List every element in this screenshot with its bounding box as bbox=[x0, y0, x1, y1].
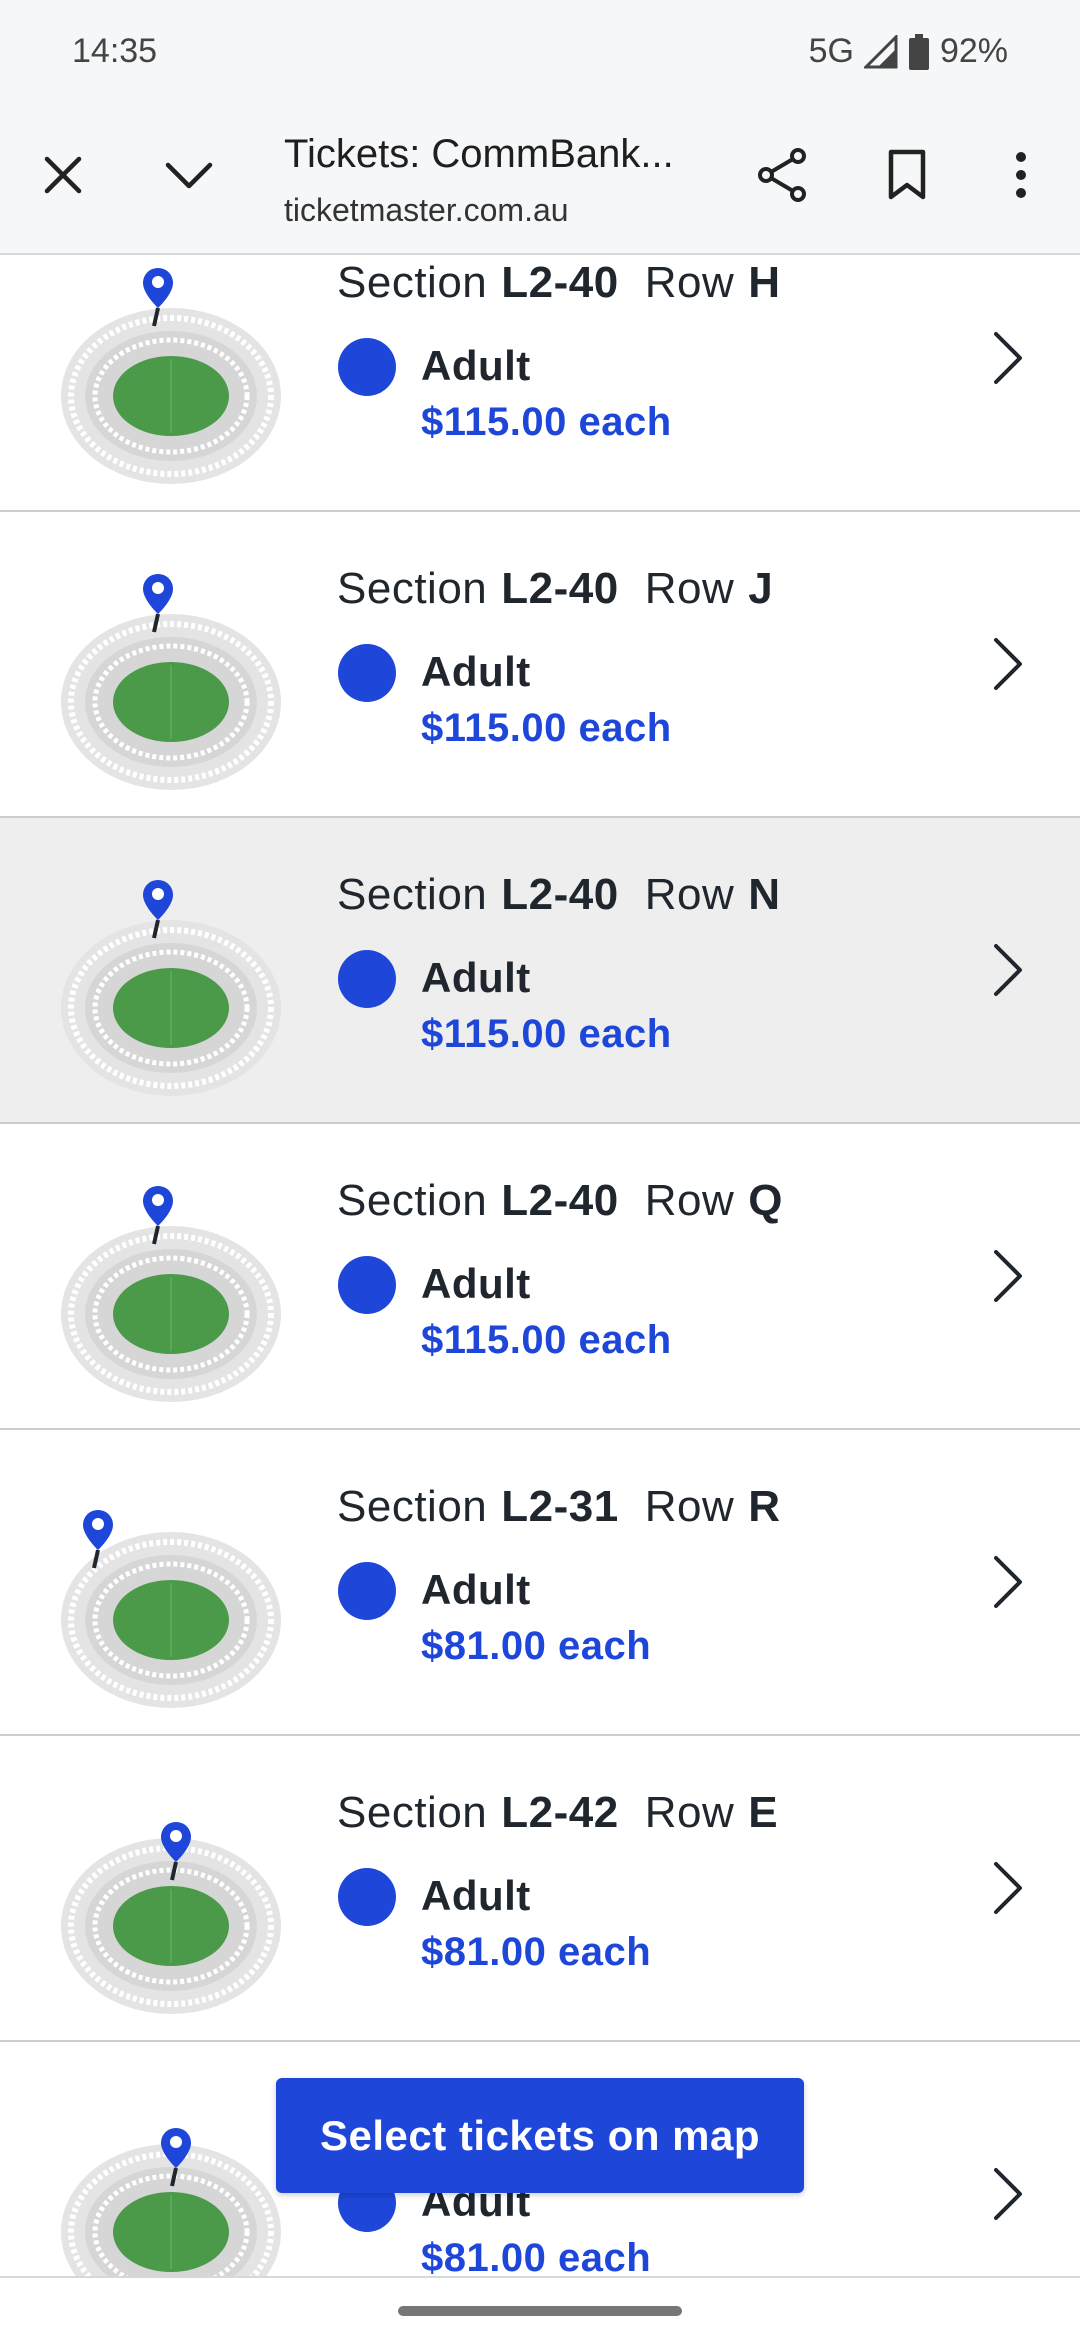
row-label: Row bbox=[644, 870, 735, 919]
row-value: E bbox=[748, 1788, 779, 1837]
chevron-right-icon[interactable] bbox=[990, 2166, 1026, 2222]
chevron-right-icon[interactable] bbox=[990, 1860, 1026, 1916]
gesture-handle[interactable] bbox=[398, 2306, 682, 2316]
ticket-price: $81.00 each bbox=[421, 1930, 652, 1974]
ticket-price: $115.00 each bbox=[421, 400, 672, 444]
ticket-listing-row[interactable]: Section L2-40 Row J Adult $115.00 each bbox=[0, 512, 1080, 818]
section-value: L2-40 bbox=[501, 564, 619, 613]
more-vert-icon bbox=[1016, 152, 1026, 198]
status-time: 14:35 bbox=[72, 32, 158, 70]
section-label: Section bbox=[337, 1482, 488, 1531]
share-button[interactable] bbox=[737, 130, 827, 220]
section-value: L2-40 bbox=[501, 1176, 619, 1225]
section-label: Section bbox=[337, 258, 488, 307]
signal-icon bbox=[863, 34, 898, 68]
bookmark-icon bbox=[888, 149, 926, 200]
share-icon bbox=[758, 148, 806, 202]
bookmark-button[interactable] bbox=[862, 130, 952, 220]
ticket-type: Adult bbox=[421, 1566, 531, 1613]
stadium-map-thumbnail bbox=[61, 880, 281, 1096]
price-level-dot bbox=[338, 1562, 396, 1620]
seat-location: Section L2-40 Row J bbox=[337, 564, 773, 614]
price-level-dot bbox=[338, 1256, 396, 1314]
section-label: Section bbox=[337, 564, 488, 613]
row-label: Row bbox=[644, 1176, 735, 1225]
page-title: Tickets: CommBank... bbox=[284, 132, 674, 176]
ticket-listing-row[interactable]: Section L2-40 Row H Adult $115.00 each bbox=[0, 256, 1080, 512]
stadium-map-thumbnail bbox=[61, 1510, 281, 1708]
ticket-listing-row[interactable]: Section L2-40 Row N Adult $115.00 each bbox=[0, 818, 1080, 1124]
seat-location: Section L2-40 Row Q bbox=[337, 1176, 783, 1226]
ticket-listing-row[interactable]: Section L2-31 Row R Adult $81.00 each bbox=[0, 1430, 1080, 1736]
row-label: Row bbox=[644, 564, 735, 613]
status-indicators: 5G 92% bbox=[809, 32, 1008, 71]
battery-percent: 92% bbox=[939, 32, 1008, 70]
seat-location: Section L2-31 Row R bbox=[337, 1482, 781, 1532]
row-label: Row bbox=[644, 1482, 735, 1531]
chevron-right-icon[interactable] bbox=[990, 330, 1026, 386]
section-value: L2-42 bbox=[501, 1788, 619, 1837]
chevron-right-icon[interactable] bbox=[990, 636, 1026, 692]
navigation-bar bbox=[0, 2276, 1080, 2340]
ticket-type: Adult bbox=[421, 1872, 531, 1919]
ticket-price: $115.00 each bbox=[421, 1012, 672, 1056]
row-label: Row bbox=[644, 258, 735, 307]
close-button[interactable] bbox=[18, 130, 108, 220]
stadium-map-thumbnail bbox=[61, 1822, 281, 2014]
section-value: L2-31 bbox=[501, 1482, 619, 1531]
page-url: ticketmaster.com.au bbox=[284, 192, 569, 228]
minimize-button[interactable] bbox=[144, 130, 234, 220]
stadium-map-thumbnail bbox=[61, 2128, 281, 2276]
row-value: Q bbox=[748, 1176, 783, 1225]
stadium-map-thumbnail bbox=[61, 574, 281, 790]
ticket-listings: Section L2-40 Row H Adult $115.00 each Section… bbox=[0, 256, 1080, 2276]
row-value: N bbox=[748, 870, 781, 919]
chevron-right-icon[interactable] bbox=[990, 942, 1026, 998]
seat-location: Section L2-40 Row H bbox=[337, 258, 781, 308]
select-on-map-button[interactable]: Select tickets on map bbox=[276, 2078, 804, 2193]
price-level-dot bbox=[338, 1868, 396, 1926]
row-value: R bbox=[748, 1482, 781, 1531]
row-value: H bbox=[748, 258, 781, 307]
ticket-price: $115.00 each bbox=[421, 1318, 672, 1362]
section-value: L2-40 bbox=[501, 258, 619, 307]
ticket-price: $115.00 each bbox=[421, 706, 672, 750]
price-level-dot bbox=[338, 950, 396, 1008]
ticket-type: Adult bbox=[421, 342, 531, 389]
ticket-price: $81.00 each bbox=[421, 1624, 652, 1668]
network-type: 5G bbox=[808, 32, 854, 70]
chevron-down-icon bbox=[165, 162, 213, 189]
ticket-type: Adult bbox=[421, 954, 531, 1001]
section-label: Section bbox=[337, 1788, 488, 1837]
chevron-right-icon[interactable] bbox=[990, 1248, 1026, 1304]
ticket-type: Adult bbox=[421, 648, 531, 695]
ticket-listing-row[interactable]: Section L2-42 Row E Adult $81.00 each bbox=[0, 1736, 1080, 2042]
ticket-listing-row[interactable]: Section L2-40 Row Q Adult $115.00 each bbox=[0, 1124, 1080, 1430]
section-label: Section bbox=[337, 870, 488, 919]
chevron-right-icon[interactable] bbox=[990, 1554, 1026, 1610]
row-label: Row bbox=[644, 1788, 735, 1837]
close-icon bbox=[44, 156, 82, 194]
stadium-map-thumbnail bbox=[61, 268, 281, 484]
stadium-map-thumbnail bbox=[61, 1186, 281, 1402]
more-options-button[interactable] bbox=[976, 130, 1066, 220]
seat-location: Section L2-42 Row E bbox=[337, 1788, 778, 1838]
section-label: Section bbox=[337, 1176, 488, 1225]
status-bar: 14:35 5G 92% bbox=[0, 0, 1080, 100]
section-value: L2-40 bbox=[501, 870, 619, 919]
price-level-dot bbox=[338, 338, 396, 396]
ticket-type: Adult bbox=[421, 1260, 531, 1307]
ticket-price: $81.00 each bbox=[421, 2236, 652, 2276]
browser-toolbar: Tickets: CommBank... ticketmaster.com.au bbox=[0, 100, 1080, 255]
price-level-dot bbox=[338, 644, 396, 702]
seat-location: Section L2-40 Row N bbox=[337, 870, 781, 920]
row-value: J bbox=[748, 564, 774, 613]
battery-icon bbox=[908, 33, 929, 70]
